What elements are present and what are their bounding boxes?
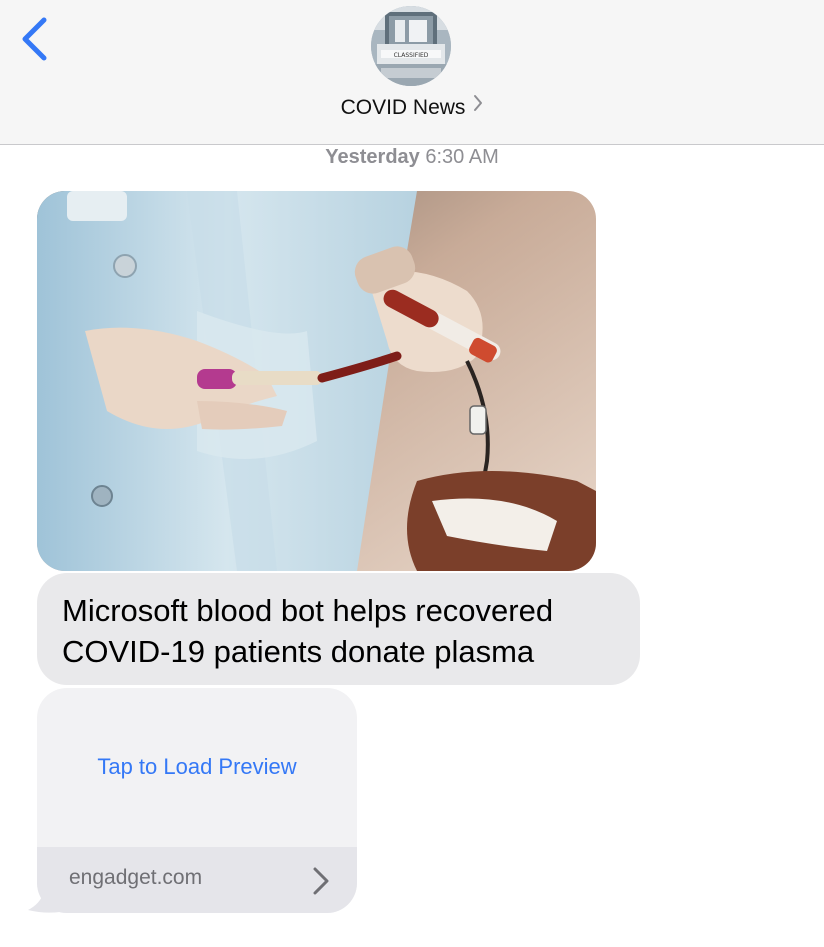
timestamp-day: Yesterday <box>325 146 420 168</box>
message-timestamp: Yesterday 6:30 AM <box>0 146 824 169</box>
tap-to-load-preview[interactable]: Tap to Load Preview <box>37 754 357 780</box>
link-preview-bubble[interactable]: Tap to Load Preview engadget.com <box>37 688 357 913</box>
chevron-right-icon <box>473 94 483 118</box>
contact-avatar[interactable]: CLASSIFIED <box>371 6 451 86</box>
message-photo[interactable] <box>37 191 596 571</box>
back-button[interactable] <box>14 12 58 68</box>
avatar-sign-text: CLASSIFIED <box>394 52 429 59</box>
contact-name: COVID News <box>340 96 466 119</box>
message-text: Microsoft blood bot helps recovered COVI… <box>62 593 554 669</box>
link-domain: engadget.com <box>69 866 203 889</box>
conversation-header: CLASSIFIED COVID News <box>0 0 824 145</box>
avatar-image: CLASSIFIED <box>371 6 451 86</box>
contact-name-button[interactable]: COVID News <box>0 94 824 120</box>
chevron-left-icon <box>22 17 47 61</box>
link-footer[interactable]: engadget.com <box>37 847 357 913</box>
chevron-right-icon <box>311 865 331 902</box>
blood-donation-photo <box>37 191 596 571</box>
message-bubble[interactable]: Microsoft blood bot helps recovered COVI… <box>37 573 640 685</box>
bubble-tail <box>28 884 60 913</box>
timestamp-time: 6:30 AM <box>425 146 499 168</box>
